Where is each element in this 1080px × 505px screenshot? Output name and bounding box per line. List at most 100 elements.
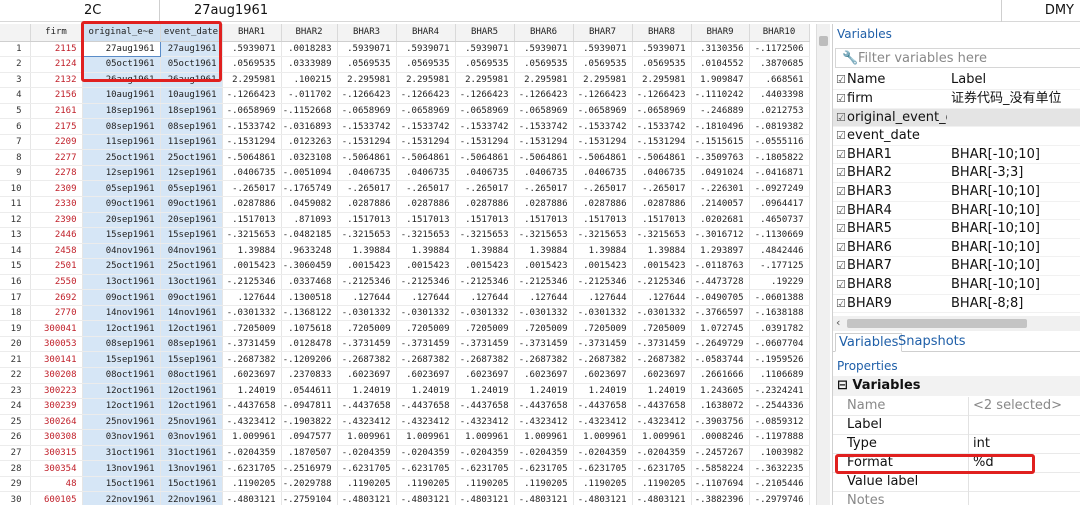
table-cell[interactable]: .0015423 [514,258,574,275]
table-cell[interactable]: .0569535 [396,56,456,73]
table-cell[interactable]: 2770 [30,305,83,322]
table-cell[interactable]: .6023697 [632,367,692,384]
variable-row[interactable]: ☑ BHAR5 BHAR[-10;10] [833,220,1080,239]
table-cell[interactable]: -.3509763 [691,149,750,166]
table-cell[interactable]: .1190205 [632,476,692,493]
table-cell[interactable]: .1517013 [514,212,574,229]
table-cell[interactable]: -.2125346 [455,274,515,291]
table-cell[interactable]: 12oct1961 [160,398,223,415]
table-cell[interactable]: 1.243605 [691,383,750,400]
table-cell[interactable]: -.4437658 [337,398,397,415]
table-cell[interactable]: .0018283 [281,41,338,58]
table-cell[interactable]: .1870507 [281,445,338,462]
table-cell[interactable]: .5939071 [455,41,515,58]
column-header[interactable]: BHAR1 [222,24,282,42]
table-cell[interactable]: 1.072745 [691,320,750,337]
row-number[interactable]: 26 [0,429,31,446]
table-cell[interactable]: .5939071 [337,41,397,58]
table-cell[interactable]: -.4437658 [573,398,633,415]
variable-row[interactable]: ☑ BHAR8 BHAR[-10;10] [833,276,1080,295]
column-header[interactable]: BHAR5 [455,24,515,42]
table-cell[interactable]: 15sep1961 [82,227,161,244]
table-cell[interactable]: -.4803121 [222,491,282,505]
table-cell[interactable]: 09oct1961 [82,289,161,306]
table-cell[interactable]: .2661666 [691,367,750,384]
table-cell[interactable]: 08sep1961 [82,118,161,135]
table-cell[interactable]: -.5064861 [396,149,456,166]
table-cell[interactable]: 03nov1961 [82,429,161,446]
table-cell[interactable]: 12oct1961 [160,383,223,400]
table-cell[interactable]: 1.39884 [396,243,456,260]
checkbox-icon[interactable]: ☑ [836,295,846,313]
table-cell[interactable]: -.6231705 [632,460,692,477]
variable-row[interactable]: ☑ BHAR3 BHAR[-10;10] [833,183,1080,202]
table-cell[interactable]: -.1368122 [281,305,338,322]
checkbox-icon[interactable]: ☑ [836,164,846,182]
table-cell[interactable]: -.2125346 [222,274,282,291]
table-cell[interactable]: .3870685 [749,56,810,73]
table-cell[interactable]: -.177125 [749,258,810,275]
row-number[interactable]: 24 [0,398,31,415]
table-cell[interactable]: 1.009961 [222,429,282,446]
table-cell[interactable]: 2161 [30,103,83,120]
table-cell[interactable]: .1638072 [691,398,750,415]
table-cell[interactable]: .5939071 [222,41,282,58]
table-cell[interactable]: -.5064861 [222,149,282,166]
table-cell[interactable]: 1.009961 [632,429,692,446]
table-cell[interactable]: -.0482185 [281,227,338,244]
table-cell[interactable]: .127644 [337,289,397,306]
table-cell[interactable]: .0333989 [281,56,338,73]
table-cell[interactable]: .3130356 [691,41,750,58]
table-cell[interactable]: -.4803121 [396,491,456,505]
table-cell[interactable]: 09oct1961 [160,289,223,306]
checkbox-icon[interactable]: ☑ [836,257,846,275]
variable-row[interactable]: ☑ BHAR1 BHAR[-10;10] [833,146,1080,165]
table-cell[interactable]: -.0416871 [749,165,810,182]
row-number[interactable]: 28 [0,460,31,477]
table-cell[interactable]: 1.009961 [337,429,397,446]
table-cell[interactable]: -.2687382 [396,351,456,368]
table-cell[interactable]: .2370833 [281,367,338,384]
table-cell[interactable]: 2.295981 [632,72,692,89]
table-cell[interactable]: .0323108 [281,149,338,166]
table-cell[interactable]: -.6231705 [514,460,574,477]
table-cell[interactable]: -.6231705 [396,460,456,477]
data-editor-grid[interactable]: firm original_e~e event_date BHAR1 BHAR2 BHAR… [0,24,818,505]
table-cell[interactable]: 20sep1961 [82,212,161,229]
table-cell[interactable]: -.3215653 [514,227,574,244]
table-cell[interactable]: -.0658969 [455,103,515,120]
table-cell[interactable]: 18sep1961 [82,103,161,120]
table-cell[interactable]: -.1531294 [514,134,574,151]
checkbox-icon[interactable]: ☑ [836,90,846,108]
variable-row[interactable]: ☑ BHAR4 BHAR[-10;10] [833,202,1080,221]
table-cell[interactable]: 12sep1961 [82,165,161,182]
tab-variables[interactable]: Variables [835,333,903,352]
row-number[interactable]: 16 [0,274,31,291]
table-cell[interactable]: 1.909847 [691,72,750,89]
table-cell[interactable]: -.3731459 [455,336,515,353]
table-cell[interactable]: -.1515615 [691,134,750,151]
table-cell[interactable]: .0287886 [632,196,692,213]
table-cell[interactable]: .6023697 [222,367,282,384]
row-number[interactable]: 25 [0,414,31,431]
table-cell[interactable]: 15oct1961 [160,476,223,493]
checkbox-icon[interactable]: ☑ [836,127,846,145]
table-cell[interactable]: .5939071 [632,41,692,58]
table-cell[interactable]: 25oct1961 [160,149,223,166]
table-cell[interactable]: -.3215653 [455,227,515,244]
table-cell[interactable]: .100215 [281,72,338,89]
table-cell[interactable]: 300223 [30,383,83,400]
table-cell[interactable]: -.1531294 [455,134,515,151]
column-header[interactable]: BHAR2 [281,24,338,42]
row-number[interactable]: 30 [0,491,31,505]
table-cell[interactable]: .0287886 [222,196,282,213]
row-number[interactable]: 19 [0,320,31,337]
table-cell[interactable]: 300239 [30,398,83,415]
table-cell[interactable]: -.3215653 [632,227,692,244]
table-cell[interactable]: 12oct1961 [82,383,161,400]
property-row[interactable]: Type int [833,435,1080,454]
checkbox-icon[interactable]: ☑ [836,239,846,257]
table-cell[interactable]: -.3731459 [337,336,397,353]
table-cell[interactable]: .1517013 [573,212,633,229]
table-cell[interactable]: -.1638188 [749,305,810,322]
